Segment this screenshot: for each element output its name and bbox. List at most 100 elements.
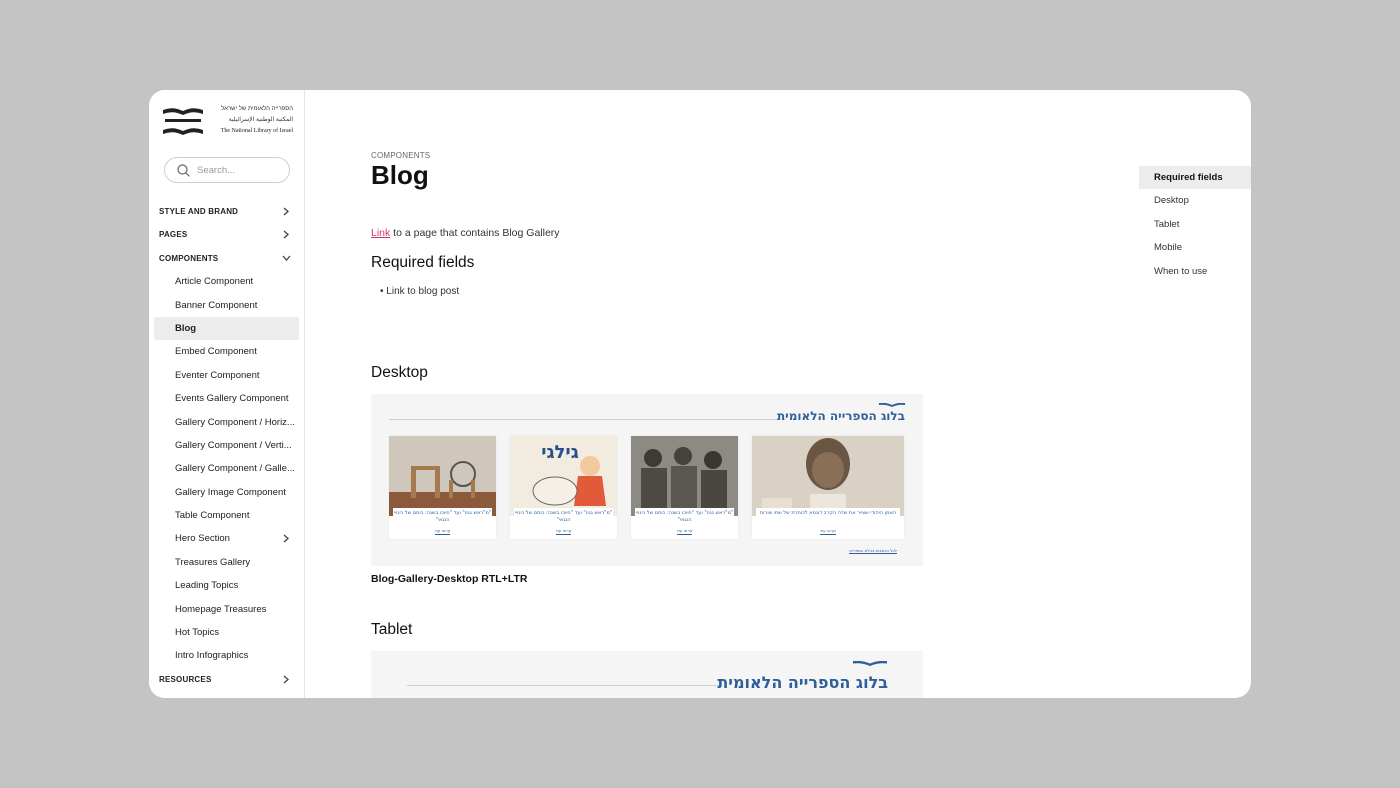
blog-preview-heading: בלוג הספרייה הלאומית [776, 409, 905, 423]
tablet-preview-image: בלוג הספרייה הלאומית [371, 651, 923, 698]
blog-card-title: האמן היהודי שצייר את שדה הקרב דוגמא לכות… [756, 508, 900, 526]
nav-label: Hot Topics [175, 627, 220, 639]
nav-label: Gallery Image Component [175, 486, 286, 498]
nav-label: Eventer Component [175, 369, 260, 381]
blog-card[interactable]: "מ"ראש גנוז" ועד "חיוכו בשנה: כותם של כי… [631, 436, 738, 539]
nav-section[interactable]: COMPONENTS [154, 247, 299, 270]
desktop-preview-image: בלוג הספרייה הלאומית האמן היהודי שצייר א… [371, 394, 923, 566]
toc-item[interactable]: Tablet [1139, 213, 1251, 236]
required-field-item: • Link to blog post [380, 286, 460, 297]
nav-label: Hero Section [175, 533, 230, 545]
nav-section[interactable]: PAGES [154, 223, 299, 246]
read-more-link[interactable]: קראו עוד [510, 528, 617, 535]
nav-item[interactable]: Gallery Image Component [154, 481, 299, 504]
nav-item[interactable]: Hero Section [154, 527, 299, 550]
all-posts-link[interactable]: לכל הכתבות בבלוג הספרייה [849, 548, 897, 554]
read-more-link[interactable]: קראו עוד [752, 528, 904, 535]
nav-label: Gallery Component / Galle... [175, 463, 295, 475]
nav-item[interactable]: Homepage Treasures [154, 598, 299, 621]
nav-item[interactable]: Leading Topics [154, 574, 299, 597]
blog-card-title: "מ"ראש גנוז" ועד "חיוכו בשנה: כותם של כי… [393, 508, 492, 526]
heading-rule [389, 419, 786, 420]
nav-item[interactable]: Banner Component [154, 294, 299, 317]
nav-item[interactable]: Treasures Gallery [154, 551, 299, 574]
nav-item[interactable]: Gallery Component / Horiz... [154, 411, 299, 434]
nav-label: RESOURCES [159, 674, 212, 684]
chevron-right-icon[interactable] [281, 200, 291, 223]
chevron-right-icon[interactable] [281, 223, 291, 246]
blog-card-title: "מ"ראש גנוז" ועד "חיוכו בשנה: כותם של כי… [514, 508, 613, 526]
chevron-right-icon[interactable] [281, 668, 291, 691]
nav-label: Leading Topics [175, 580, 239, 592]
table-of-contents: Required fields Desktop Tablet Mobile When t… [1139, 166, 1251, 283]
nav-label: Events Gallery Component [175, 393, 289, 405]
sidebar-nav: STYLE AND BRAND PAGES COMPONENTS Article Co… [154, 200, 299, 691]
blog-card-title: "מ"ראש גנוז" ועד "חיוכו בשנה: כותם של כי… [635, 508, 734, 526]
search-box[interactable] [164, 157, 290, 183]
blog-preview-heading-tablet: בלוג הספרייה הלאומית [717, 673, 888, 692]
svg-text:גילגי: גילגי [541, 442, 579, 463]
blog-card[interactable]: האמן היהודי שצייר את שדה הקרב דוגמא לכות… [752, 436, 904, 539]
tablet-heading: Tablet [371, 621, 413, 638]
nav-label: Treasures Gallery [175, 556, 251, 568]
book-logo-icon [163, 108, 203, 135]
chevron-right-icon[interactable] [281, 527, 291, 550]
nli-logo[interactable]: הספרייה הלאומית של ישראל المكتبة الوطنية… [163, 104, 293, 140]
heading-rule [407, 685, 722, 686]
nav-item[interactable]: Article Component [154, 270, 299, 293]
nav-item[interactable]: Intro Infographics [154, 644, 299, 667]
blog-card[interactable]: גילגי "מ"ראש גנוז" ועד "חיוכו בשנה: כותם … [510, 436, 617, 539]
nav-label: PAGES [159, 230, 188, 240]
nav-label: Banner Component [175, 299, 258, 311]
nav-item[interactable]: Hot Topics [154, 621, 299, 644]
intro-rest: to a page that contains Blog Gallery [390, 227, 560, 239]
toc-item[interactable]: Required fields [1139, 166, 1251, 190]
breadcrumb[interactable]: COMPONENTS [371, 151, 430, 160]
required-fields-heading: Required fields [371, 254, 475, 271]
blog-card-image [389, 436, 496, 516]
nav-item[interactable]: Gallery Component / Verti... [154, 434, 299, 457]
blog-card-image [752, 436, 904, 516]
nav-label: Table Component [175, 510, 250, 522]
blog-card-image [631, 436, 738, 516]
blog-card-image: גילגי [510, 436, 617, 516]
read-more-link[interactable]: קראו עוד [631, 528, 738, 535]
nav-label: Blog [175, 322, 197, 334]
nav-item[interactable]: Blog [154, 316, 299, 341]
nav-section[interactable]: STYLE AND BRAND [154, 200, 299, 223]
desktop-heading: Desktop [371, 364, 428, 381]
search-input[interactable] [197, 163, 285, 178]
logo-line-arabic: المكتبة الوطنية الإسرائيلية [228, 117, 293, 123]
bookmark-icon [853, 661, 887, 666]
app-window: הספרייה הלאומית של ישראל المكتبة الوطنية… [149, 90, 1251, 698]
blog-gallery-link[interactable]: Link [371, 227, 390, 239]
logo-line-hebrew: הספרייה הלאומית של ישראל [221, 106, 293, 112]
toc-item[interactable]: Desktop [1139, 189, 1251, 212]
read-more-link[interactable]: קראו עוד [389, 528, 496, 535]
nav-item[interactable]: Embed Component [154, 340, 299, 363]
nav-label: Intro Infographics [175, 650, 249, 662]
blog-card[interactable]: "מ"ראש גנוז" ועד "חיוכו בשנה: כותם של כי… [389, 436, 496, 539]
desktop-image-caption: Blog-Gallery-Desktop RTL+LTR [371, 573, 528, 585]
nav-label: Gallery Component / Verti... [175, 439, 292, 451]
nav-label: Article Component [175, 276, 254, 288]
nav-item[interactable]: Events Gallery Component [154, 387, 299, 410]
read-more-label: קראו עוד [676, 528, 693, 535]
nav-section[interactable]: RESOURCES [154, 668, 299, 691]
nav-item[interactable]: Gallery Component / Galle... [154, 457, 299, 480]
sidebar: הספרייה הלאומית של ישראל المكتبة الوطنية… [149, 90, 305, 698]
chevron-down-icon[interactable] [281, 247, 291, 270]
nav-label: Embed Component [175, 346, 257, 358]
read-more-label: קראו עוד [555, 528, 572, 535]
toc-item[interactable]: When to use [1139, 260, 1251, 283]
main-content: COMPONENTS Blog Link to a page that cont… [306, 90, 1251, 698]
nav-label: COMPONENTS [159, 253, 219, 263]
nav-item[interactable]: Eventer Component [154, 364, 299, 387]
logo-wordmark: הספרייה הלאומית של ישראל المكتبة الوطنية… [207, 104, 293, 137]
nav-label: STYLE AND BRAND [159, 207, 239, 216]
logo-line-english: The National Library of Israel [220, 128, 293, 134]
nav-label: Gallery Component / Horiz... [175, 416, 295, 428]
nav-item[interactable]: Table Component [154, 504, 299, 527]
toc-item[interactable]: Mobile [1139, 236, 1251, 259]
read-more-label: קראו עוד [434, 528, 451, 535]
